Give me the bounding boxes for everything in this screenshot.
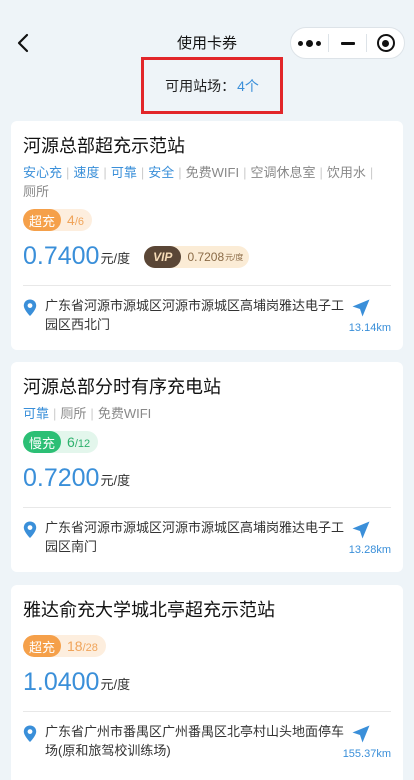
available-chargers: 4 bbox=[67, 212, 75, 228]
total-chargers: /12 bbox=[74, 438, 91, 450]
mini-program-capsule bbox=[290, 27, 405, 59]
minimize-button[interactable] bbox=[329, 28, 366, 58]
location-pin-icon bbox=[23, 521, 37, 538]
station-address: 广东省河源市源城区河源市源城区高埔岗雅达电子工园区南门 bbox=[45, 520, 345, 554]
price: 1.0400 bbox=[23, 668, 100, 696]
close-mini-program-button[interactable] bbox=[367, 28, 404, 58]
location-pin-icon bbox=[23, 299, 37, 316]
navigate-icon[interactable] bbox=[351, 298, 371, 318]
charger-availability-badge: 超充 4/6 bbox=[23, 209, 92, 231]
station-card[interactable]: 雅达俞充大学城北亭超充示范站 超充 18/28 1.0400 元/度 广东省广州… bbox=[11, 585, 403, 780]
station-tag: 厕所 bbox=[60, 406, 87, 421]
station-card[interactable]: 河源总部超充示范站 安心充 | 速度 | 可靠 | 安全 | 免费WIFI | 空调休息室 | 饮用水 |… bbox=[11, 121, 403, 350]
divider bbox=[23, 711, 391, 712]
available-chargers: 6 bbox=[67, 434, 75, 450]
more-dots-icon bbox=[298, 39, 321, 47]
charge-type: 超充 bbox=[23, 209, 62, 231]
location-pin-icon bbox=[23, 725, 37, 742]
vip-price-unit: 元/度 bbox=[225, 252, 244, 262]
divider bbox=[23, 507, 391, 508]
station-name: 河源总部超充示范站 bbox=[23, 136, 185, 156]
available-stations-summary: 可用站场： 4个 bbox=[141, 57, 283, 114]
available-count: 4个 bbox=[237, 77, 259, 94]
station-name: 雅达俞充大学城北亭超充示范站 bbox=[23, 600, 275, 620]
more-button[interactable] bbox=[291, 28, 328, 58]
total-chargers: /6 bbox=[74, 216, 84, 228]
available-label: 可用站场： bbox=[165, 77, 236, 94]
price-unit: 元/度 bbox=[100, 251, 131, 266]
station-card[interactable]: 河源总部分时有序充电站 可靠 | 厕所 | 免费WIFI 慢充 6/12 0.7200 … bbox=[11, 362, 403, 572]
station-tag: 空调休息室 bbox=[250, 165, 316, 180]
station-tag: 饮用水 bbox=[326, 165, 366, 180]
station-tag: 厕所 bbox=[23, 184, 50, 199]
station-name: 河源总部分时有序充电站 bbox=[23, 377, 221, 397]
station-tag: 速度 bbox=[73, 165, 100, 180]
station-address: 广东省广州市番禺区广州番禺区北亭村山头地面停车场(原和旅驾校训练场) bbox=[45, 724, 345, 758]
station-tag: 可靠 bbox=[110, 165, 137, 180]
navigate-icon[interactable] bbox=[351, 724, 371, 744]
station-tag: 安全 bbox=[148, 165, 175, 180]
charge-type: 超充 bbox=[23, 635, 62, 657]
station-tags: 安心充 | 速度 | 可靠 | 安全 | 免费WIFI | 空调休息室 | 饮用水 | 厕所 bbox=[23, 165, 374, 199]
station-tags: 可靠 | 厕所 | 免费WIFI bbox=[23, 406, 152, 421]
price-unit: 元/度 bbox=[100, 473, 131, 488]
charge-type: 慢充 bbox=[23, 431, 62, 453]
minimize-icon bbox=[340, 41, 355, 45]
station-tag: 可靠 bbox=[23, 406, 50, 421]
distance: 13.28km bbox=[348, 544, 391, 556]
charger-availability-badge: 超充 18/28 bbox=[23, 635, 106, 657]
station-address: 广东省河源市源城区河源市源城区高埔岗雅达电子工园区西北门 bbox=[45, 298, 345, 332]
station-tag: 安心充 bbox=[23, 165, 63, 180]
price-unit: 元/度 bbox=[100, 677, 131, 692]
total-chargers: /28 bbox=[82, 642, 98, 654]
vip-label: VIP bbox=[144, 246, 182, 268]
distance: 155.37km bbox=[342, 748, 391, 760]
price: 0.7400 bbox=[23, 242, 100, 270]
navigate-icon[interactable] bbox=[351, 520, 371, 540]
distance: 13.14km bbox=[348, 322, 391, 334]
charger-availability-badge: 慢充 6/12 bbox=[23, 431, 99, 453]
divider bbox=[23, 285, 391, 286]
vip-price-badge: VIP 0.7208 元/度 bbox=[144, 246, 250, 268]
available-chargers: 18 bbox=[67, 638, 83, 654]
target-icon bbox=[376, 34, 395, 52]
price: 0.7200 bbox=[23, 464, 100, 492]
station-tag: 免费WIFI bbox=[97, 406, 152, 421]
vip-price: 0.7208 bbox=[187, 250, 225, 264]
station-tag: 免费WIFI bbox=[185, 165, 240, 180]
